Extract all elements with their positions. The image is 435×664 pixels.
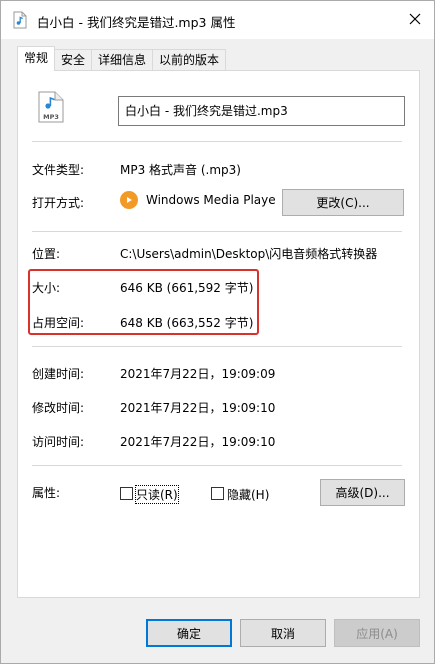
properties-dialog: 白小白 - 我们终究是错过.mp3 属性 常规 安全 详细信息 以前的版本 MP… — [0, 0, 435, 664]
created-value: 2021年7月22日，19:09:09 — [120, 367, 276, 381]
mp3-file-icon: MP3 — [38, 91, 64, 123]
filename-field[interactable]: 白小白 - 我们终究是错过.mp3 — [118, 96, 405, 126]
divider — [32, 231, 402, 232]
tab-previous-versions[interactable]: 以前的版本 — [152, 49, 227, 71]
apply-button[interactable]: 应用(A) — [334, 619, 420, 647]
size-highlight-box — [28, 269, 259, 335]
modified-value: 2021年7月22日，19:09:10 — [120, 401, 276, 415]
ok-button[interactable]: 确定 — [146, 619, 232, 647]
close-button[interactable] — [402, 7, 428, 33]
file-type-label: 文件类型: — [32, 163, 85, 177]
mp3-icon-label: MP3 — [43, 113, 59, 121]
change-button[interactable]: 更改(C)... — [282, 189, 404, 216]
divider — [32, 465, 402, 466]
file-type-value: MP3 格式声音 (.mp3) — [120, 163, 241, 177]
readonly-label[interactable]: 只读(R) — [135, 485, 179, 504]
attributes-label: 属性: — [32, 486, 61, 500]
hidden-label[interactable]: 隐藏(H) — [227, 486, 269, 503]
advanced-button[interactable]: 高级(D)... — [320, 479, 405, 506]
created-label: 创建时间: — [32, 367, 85, 381]
tab-strip: 常规 安全 详细信息 以前的版本 — [17, 46, 227, 71]
modified-label: 修改时间: — [32, 401, 85, 415]
tab-security[interactable]: 安全 — [54, 49, 93, 71]
location-label: 位置: — [32, 247, 61, 261]
divider — [32, 141, 402, 142]
media-player-icon — [120, 191, 138, 209]
location-value: C:\Users\admin\Desktop\闪电音频格式转换器 — [120, 247, 378, 261]
tab-details[interactable]: 详细信息 — [91, 49, 154, 71]
opens-with-value: Windows Media Playe — [146, 193, 276, 207]
window-title: 白小白 - 我们终究是错过.mp3 属性 — [37, 15, 236, 30]
divider — [32, 346, 402, 347]
hidden-checkbox[interactable] — [211, 487, 224, 500]
accessed-value: 2021年7月22日，19:09:10 — [120, 435, 276, 449]
cancel-button[interactable]: 取消 — [240, 619, 326, 647]
audio-file-icon — [11, 11, 29, 29]
accessed-label: 访问时间: — [32, 435, 85, 449]
close-icon — [409, 13, 421, 28]
tab-general[interactable]: 常规 — [17, 46, 56, 71]
general-tab-panel: MP3 白小白 - 我们终究是错过.mp3 文件类型: MP3 格式声音 (.m… — [17, 70, 420, 598]
readonly-checkbox[interactable] — [120, 487, 133, 500]
opens-with-label: 打开方式: — [32, 196, 85, 210]
title-bar[interactable]: 白小白 - 我们终究是错过.mp3 属性 — [1, 1, 434, 39]
